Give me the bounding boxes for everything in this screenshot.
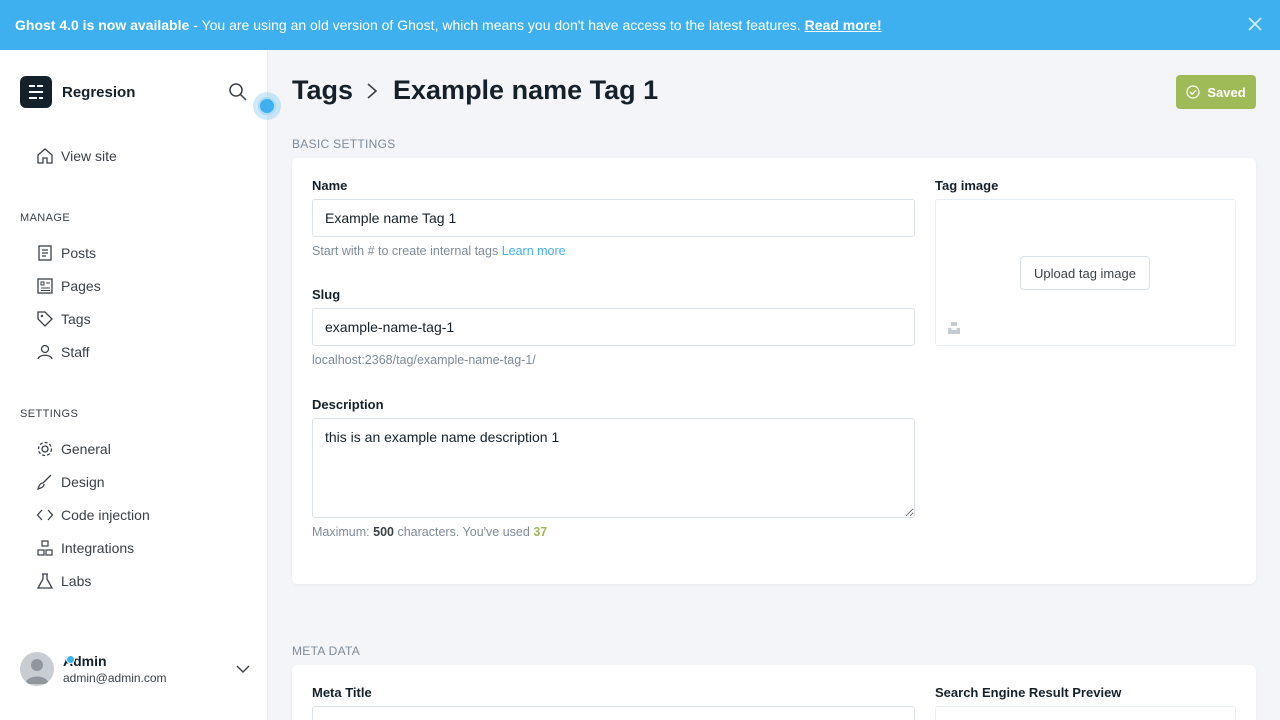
- manage-heading: MANAGE: [20, 212, 71, 224]
- nav-posts-label: Posts: [61, 245, 97, 261]
- tag-icon: [37, 311, 53, 327]
- nav-general[interactable]: General: [36, 440, 111, 458]
- cursor-focus-dot: [258, 97, 276, 115]
- integrations-icon: [37, 540, 53, 556]
- nav-tags[interactable]: Tags: [36, 310, 91, 328]
- name-input[interactable]: [312, 199, 915, 237]
- nav-view-site[interactable]: View site: [36, 147, 117, 165]
- nav-staff[interactable]: Staff: [36, 343, 90, 361]
- flask-icon: [36, 573, 54, 589]
- tag-title: Example name Tag 1: [393, 75, 659, 105]
- name-label: Name: [312, 178, 348, 193]
- staff-icon: [37, 344, 53, 360]
- learn-more-link[interactable]: Learn more: [502, 244, 566, 258]
- upgrade-banner: Ghost 4.0 is now available - You are usi…: [0, 0, 1280, 50]
- settings-heading: SETTINGS: [20, 408, 79, 420]
- pages-icon: [37, 278, 53, 294]
- check-circle-icon: [1186, 85, 1200, 99]
- basic-settings-heading: BASIC SETTINGS: [292, 137, 396, 151]
- chevron-right-icon: [367, 82, 378, 99]
- banner-message: - You are using an old version of Ghost,…: [193, 17, 801, 33]
- close-icon[interactable]: [1248, 17, 1262, 31]
- slug-label: Slug: [312, 287, 341, 302]
- meta-title-input[interactable]: [312, 706, 915, 720]
- description-label: Description: [312, 397, 384, 412]
- nav-design-label: Design: [61, 474, 105, 490]
- breadcrumb-tags[interactable]: Tags: [292, 75, 353, 106]
- posts-icon: [38, 245, 52, 261]
- meta-data-heading: META DATA: [292, 644, 361, 658]
- slug-url: localhost:2368/tag/example-name-tag-1/: [312, 353, 536, 367]
- search-icon[interactable]: [228, 82, 248, 102]
- brand-logo-icon: [20, 76, 52, 108]
- gear-icon: [37, 441, 53, 457]
- desc-used-count: 37: [533, 525, 548, 539]
- nav-pages-label: Pages: [61, 278, 101, 294]
- sidebar: Regresion View site MANAGE Posts Pages T…: [0, 50, 268, 720]
- nav-code-injection[interactable]: Code injection: [36, 506, 150, 524]
- name-hint-text: Start with # to create internal tags: [312, 244, 499, 258]
- chevron-down-icon[interactable]: [236, 662, 250, 676]
- tag-image-label: Tag image: [935, 178, 999, 193]
- serp-preview-label: Search Engine Result Preview: [935, 685, 1122, 700]
- desc-hint-prefix: Maximum:: [312, 525, 370, 539]
- description-hint: Maximum: 500 characters. You've used 37: [312, 525, 547, 539]
- serp-preview-box: [935, 706, 1236, 720]
- upload-tag-image-button[interactable]: Upload tag image: [1020, 256, 1150, 290]
- avatar: [20, 652, 54, 686]
- desc-hint-middle: characters. You've used: [397, 525, 530, 539]
- user-name: Admin: [63, 653, 107, 669]
- meta-title-label: Meta Title: [312, 685, 372, 700]
- nav-posts[interactable]: Posts: [36, 244, 96, 262]
- user-menu[interactable]: Admin admin@admin.com: [20, 652, 250, 686]
- nav-tags-label: Tags: [61, 311, 91, 327]
- page-title: Tags Example name Tag 1: [292, 75, 658, 106]
- nav-view-site-label: View site: [61, 148, 117, 164]
- nav-general-label: General: [61, 441, 111, 457]
- slug-input[interactable]: [312, 308, 915, 346]
- nav-labs-label: Labs: [61, 573, 92, 589]
- banner-read-more-link[interactable]: Read more!: [805, 17, 882, 33]
- desc-max: 500: [373, 525, 394, 539]
- nav-code-injection-label: Code injection: [61, 507, 150, 523]
- avatar-status-dot: [66, 655, 75, 664]
- nav-integrations[interactable]: Integrations: [36, 539, 134, 557]
- saved-label: Saved: [1207, 84, 1246, 100]
- nav-labs[interactable]: Labs: [36, 572, 91, 590]
- nav-integrations-label: Integrations: [61, 540, 135, 556]
- code-icon: [36, 509, 54, 521]
- banner-headline: Ghost 4.0 is now available: [15, 17, 190, 33]
- description-textarea[interactable]: this is an example name description 1: [312, 418, 915, 518]
- brand[interactable]: Regresion: [20, 76, 135, 108]
- name-hint: Start with # to create internal tags Lea…: [312, 244, 566, 258]
- brush-icon: [36, 474, 52, 491]
- home-icon: [37, 148, 53, 164]
- saved-button[interactable]: Saved: [1176, 75, 1256, 109]
- brand-name: Regresion: [62, 83, 136, 101]
- user-email: admin@admin.com: [63, 671, 167, 685]
- unsplash-icon[interactable]: [947, 321, 961, 335]
- nav-design[interactable]: Design: [36, 473, 105, 491]
- nav-pages[interactable]: Pages: [36, 277, 101, 295]
- nav-staff-label: Staff: [61, 344, 90, 360]
